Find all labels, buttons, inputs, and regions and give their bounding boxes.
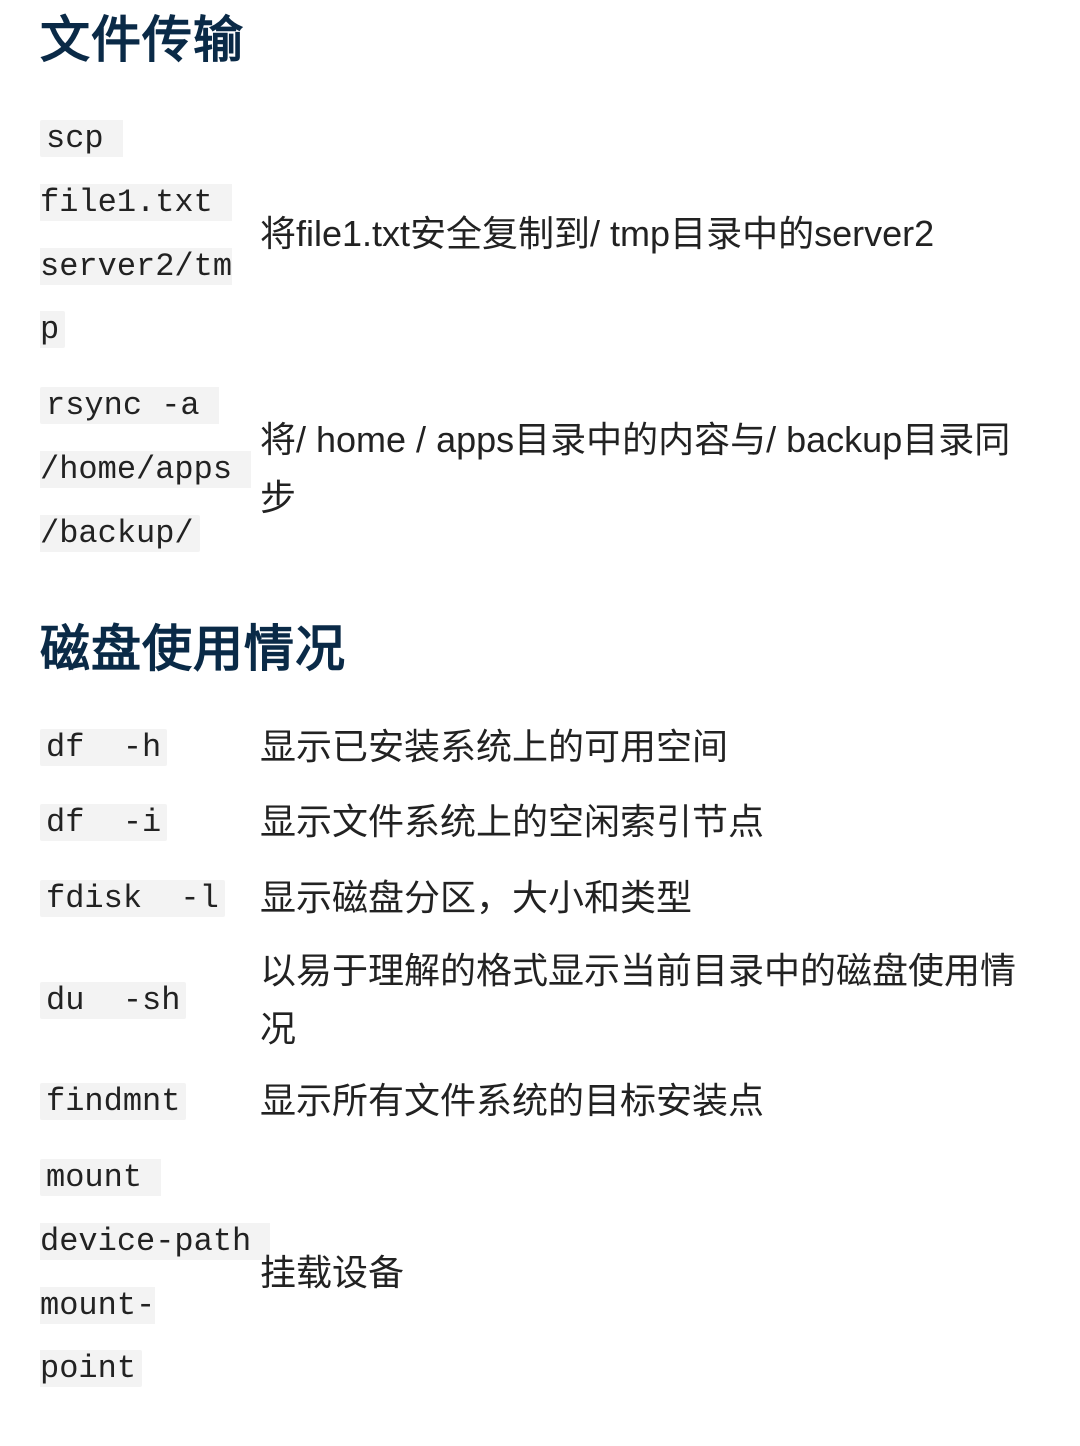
- command-cell: findmnt: [40, 1063, 260, 1139]
- command-cell: rsync -a /home/apps /backup/: [40, 367, 260, 570]
- command-code: mount device-path mount-point: [40, 1159, 270, 1387]
- disk-usage-table: df -h 显示已安装系统上的可用空间 df -i 显示文件系统上的空闲索引节点…: [40, 709, 1040, 1407]
- command-cell: fdisk -l: [40, 860, 260, 936]
- command-cell: df -i: [40, 784, 260, 860]
- table-row: df -h 显示已安装系统上的可用空间: [40, 709, 1040, 785]
- command-description: 以易于理解的格式显示当前目录中的磁盘使用情况: [260, 936, 1040, 1063]
- section-heading-file-transfer: 文件传输: [40, 0, 1040, 72]
- command-cell: df -h: [40, 709, 260, 785]
- table-row: df -i 显示文件系统上的空闲索引节点: [40, 784, 1040, 860]
- command-description: 挂载设备: [260, 1139, 1040, 1406]
- table-row: mount device-path mount-point 挂载设备: [40, 1139, 1040, 1406]
- table-row: scp file1.txt server2/tmp 将file1.txt安全复制…: [40, 100, 1040, 367]
- command-description: 显示所有文件系统的目标安装点: [260, 1063, 1040, 1139]
- command-code: df -i: [40, 804, 167, 841]
- command-code: findmnt: [40, 1083, 186, 1120]
- file-transfer-table: scp file1.txt server2/tmp 将file1.txt安全复制…: [40, 100, 1040, 571]
- command-code: du -sh: [40, 982, 186, 1019]
- command-description: 将file1.txt安全复制到/ tmp目录中的server2: [260, 100, 1040, 367]
- command-code: fdisk -l: [40, 880, 225, 917]
- section-heading-disk-usage: 磁盘使用情况: [40, 609, 1040, 681]
- command-cell: du -sh: [40, 936, 260, 1063]
- command-cell: scp file1.txt server2/tmp: [40, 100, 260, 367]
- table-row: rsync -a /home/apps /backup/ 将/ home / a…: [40, 367, 1040, 570]
- command-description: 将/ home / apps目录中的内容与/ backup目录同步: [260, 367, 1040, 570]
- command-code: scp file1.txt server2/tmp: [40, 120, 232, 348]
- command-code: df -h: [40, 729, 167, 766]
- table-row: findmnt 显示所有文件系统的目标安装点: [40, 1063, 1040, 1139]
- command-code: rsync -a /home/apps /backup/: [40, 387, 251, 552]
- table-row: fdisk -l 显示磁盘分区，大小和类型: [40, 860, 1040, 936]
- table-row: du -sh 以易于理解的格式显示当前目录中的磁盘使用情况: [40, 936, 1040, 1063]
- command-description: 显示磁盘分区，大小和类型: [260, 860, 1040, 936]
- command-description: 显示文件系统上的空闲索引节点: [260, 784, 1040, 860]
- command-description: 显示已安装系统上的可用空间: [260, 709, 1040, 785]
- command-cell: mount device-path mount-point: [40, 1139, 260, 1406]
